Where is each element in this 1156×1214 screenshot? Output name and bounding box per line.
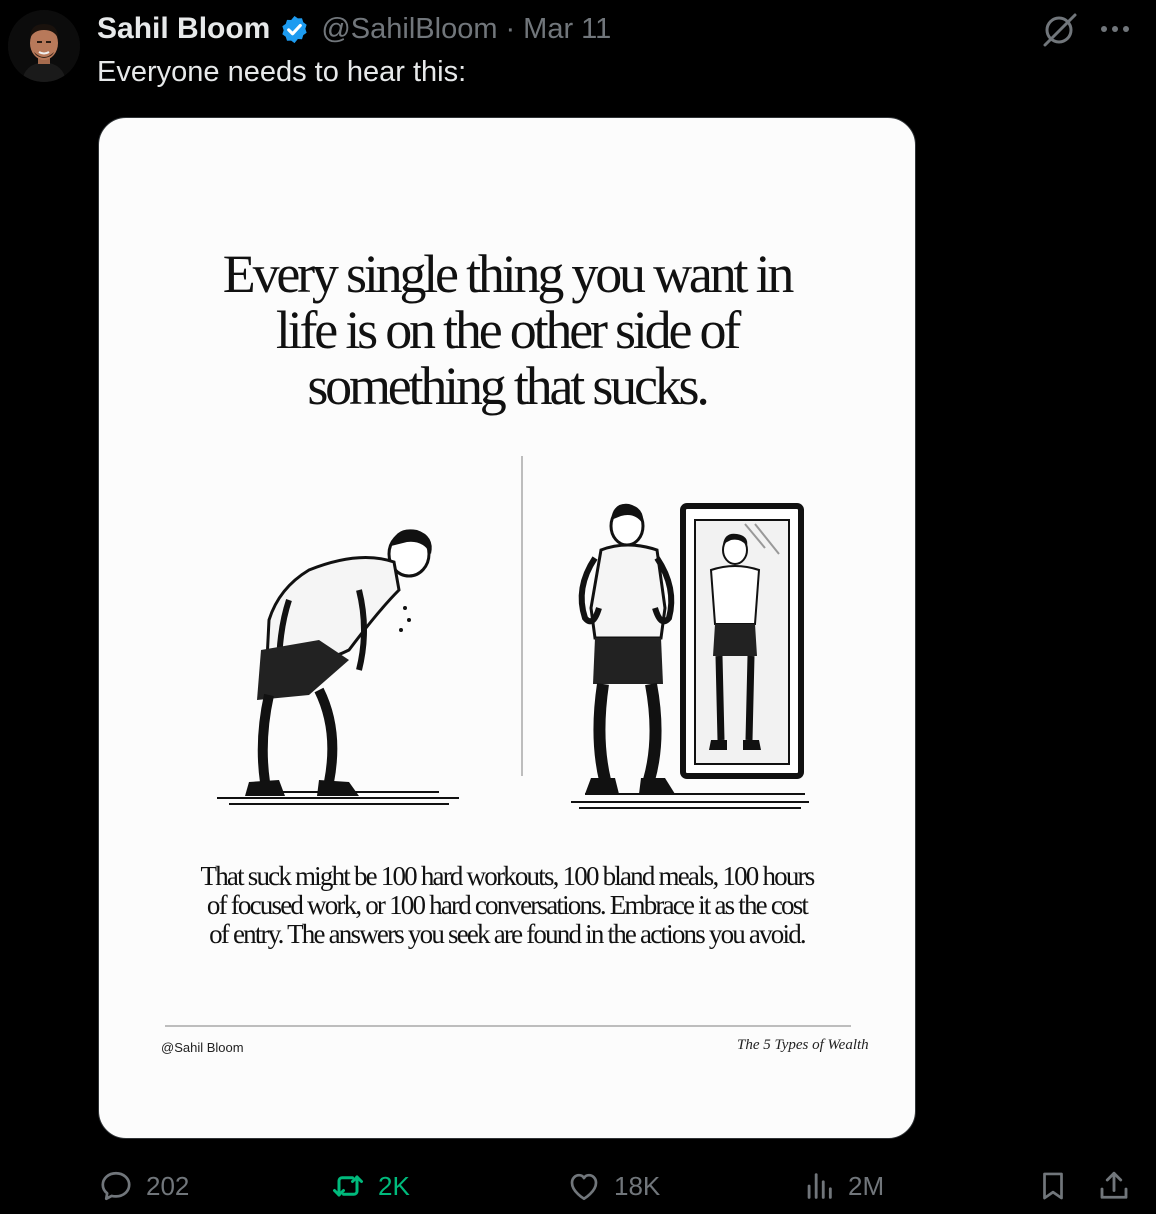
share-button[interactable]: [1096, 1166, 1132, 1206]
tweet-media-image[interactable]: Every single thing you want in life is o…: [98, 117, 916, 1139]
separator-dot: ·: [505, 12, 516, 45]
views-button[interactable]: 2M: [802, 1166, 884, 1206]
man-mirror-illustration: [571, 503, 809, 809]
reply-count: 202: [146, 1170, 190, 1201]
repost-count: 2K: [378, 1170, 410, 1201]
grok-icon[interactable]: [1040, 10, 1080, 55]
like-count: 18K: [614, 1170, 661, 1201]
tweet-header: Sahil Bloom @SahilBloom · Mar 11: [97, 10, 611, 48]
card-headline: Every single thing you want in life is o…: [222, 244, 795, 416]
avatar-photo: [8, 10, 80, 82]
reply-button[interactable]: 202: [98, 1166, 189, 1206]
bookmark-icon: [1043, 1172, 1063, 1200]
tweet-date[interactable]: Mar 11: [523, 13, 611, 46]
like-button[interactable]: 18K: [566, 1166, 660, 1206]
verified-badge-icon[interactable]: [279, 14, 310, 45]
analytics-icon: [807, 1173, 832, 1199]
divider-vertical: [521, 456, 523, 776]
more-options-icon[interactable]: [1096, 10, 1136, 55]
heart-icon: [570, 1173, 598, 1201]
reply-icon: [101, 1171, 131, 1201]
card-credit: @Sahil Bloom: [161, 1040, 244, 1055]
author-name[interactable]: Sahil Bloom: [97, 12, 270, 46]
tweet-text: Everyone needs to hear this:: [97, 56, 467, 88]
divider-horizontal: [165, 1025, 851, 1027]
card-brand-logo: The 5 Types of Wealth: [737, 1037, 869, 1053]
exhausted-man-illustration: [217, 529, 459, 805]
share-icon: [1100, 1171, 1128, 1199]
bookmark-button[interactable]: [1036, 1166, 1070, 1206]
author-handle[interactable]: @SahilBloom: [321, 13, 497, 46]
repost-button[interactable]: 2K: [330, 1166, 410, 1206]
card-body-text: That suck might be 100 hard workouts, 10…: [200, 861, 816, 949]
view-count: 2M: [848, 1170, 885, 1201]
repost-icon: [333, 1175, 363, 1197]
avatar[interactable]: [8, 10, 80, 82]
